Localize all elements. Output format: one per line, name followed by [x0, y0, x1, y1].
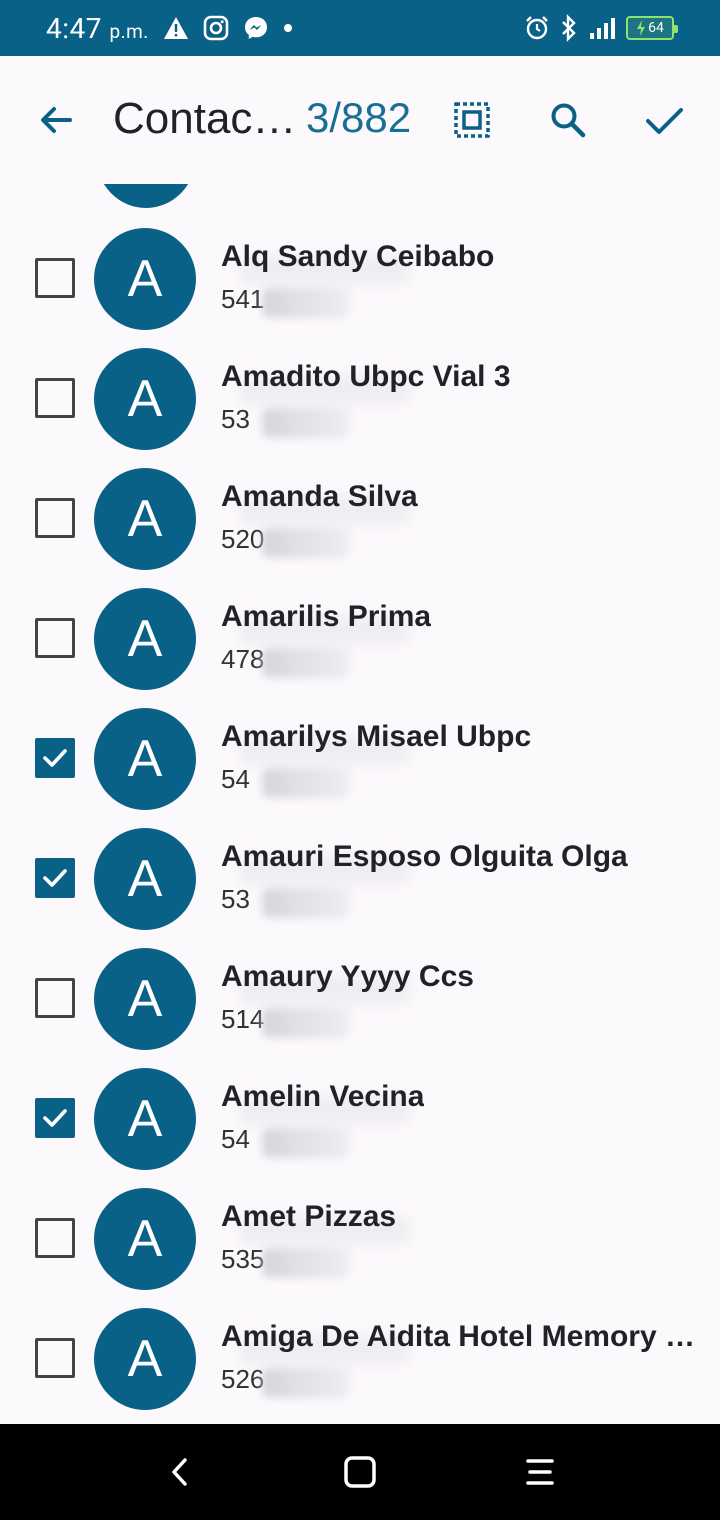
bluetooth-icon: [560, 14, 578, 42]
contact-phone: 54: [221, 1124, 250, 1154]
avatar: A: [94, 708, 196, 810]
contact-phone: 53: [221, 884, 250, 914]
contact-phone: 541: [221, 284, 265, 314]
search-button[interactable]: [546, 98, 590, 142]
avatar: A: [94, 948, 196, 1050]
contact-row[interactable]: A Amauri Esposo Olguita Olga 53: [0, 826, 720, 946]
avatar: [96, 184, 196, 208]
contact-list[interactable]: A Alq Sandy Ceibabo 541 A Amadito Ubpc Vial …: [0, 184, 720, 1424]
checkmark-icon: [43, 749, 67, 767]
selection-count: 3/882: [306, 94, 412, 141]
contact-checkbox[interactable]: [35, 378, 75, 418]
avatar: A: [94, 1188, 196, 1290]
contact-phone: 54: [221, 764, 250, 794]
contact-row[interactable]: A Amarilys Misael Ubpc 54: [0, 706, 720, 826]
alarm-icon: [524, 15, 550, 41]
contact-row[interactable]: A Alq Sandy Ceibabo 541: [0, 226, 720, 346]
contact-row[interactable]: A Amadito Ubpc Vial 3 53: [0, 346, 720, 466]
contact-name: Amaury Yyyy Ccs: [221, 960, 474, 993]
contact-name: Amarilis Prima: [221, 600, 432, 633]
contact-name: Amet Pizzas: [221, 1200, 397, 1233]
avatar: A: [94, 1308, 196, 1410]
phone-redaction-blur: [262, 408, 350, 438]
phone-redaction-blur: [262, 1368, 350, 1398]
contact-name: Amauri Esposo Olguita Olga: [221, 840, 628, 873]
contact-row[interactable]: A Amanda Silva 520: [0, 466, 720, 586]
contact-checkbox[interactable]: [35, 1338, 75, 1378]
charging-icon: [637, 20, 646, 36]
navigation-bar: [0, 1424, 720, 1520]
contact-name: Amelin Vecina: [221, 1080, 425, 1113]
contact-name: Amiga De Aidita Hotel Memory …: [221, 1320, 695, 1353]
contact-phone: 478: [221, 644, 265, 674]
status-time: 4:47 p.m.: [46, 11, 149, 45]
search-icon: [551, 103, 586, 138]
contact-row[interactable]: A Amet Pizzas 535: [0, 1186, 720, 1306]
contact-checkbox[interactable]: [35, 618, 75, 658]
menu-lines-icon: [526, 1459, 554, 1485]
contact-phone: 526: [221, 1364, 265, 1394]
contact-name: Amadito Ubpc Vial 3: [221, 360, 511, 393]
contact-checkbox[interactable]: [35, 1218, 75, 1258]
avatar: A: [94, 348, 196, 450]
page-title: Contac…: [113, 94, 297, 143]
phone-redaction-blur: [262, 888, 350, 918]
contact-row[interactable]: A Amelin Vecina 54: [0, 1066, 720, 1186]
contact-row[interactable]: A Amarilis Prima 478: [0, 586, 720, 706]
contact-checkbox[interactable]: [35, 498, 75, 538]
contact-phone: 53: [221, 404, 250, 434]
arrow-left-icon: [41, 107, 72, 133]
dot-icon: [283, 23, 293, 33]
chevron-left-icon: [172, 1458, 187, 1486]
contact-phone: 535: [221, 1244, 265, 1274]
back-button[interactable]: [34, 98, 78, 142]
nav-recents-button[interactable]: [516, 1448, 564, 1496]
warning-icon: [163, 16, 189, 40]
contact-checkbox[interactable]: [35, 978, 75, 1018]
phone-redaction-blur: [262, 768, 350, 798]
contact-phone: 520: [221, 524, 265, 554]
contact-checkbox[interactable]: [35, 858, 75, 898]
contact-name: Alq Sandy Ceibabo: [221, 240, 495, 273]
phone-redaction-blur: [262, 288, 350, 318]
messenger-icon: [243, 15, 269, 41]
contact-row[interactable]: A Amaury Yyyy Ccs 514: [0, 946, 720, 1066]
avatar: A: [94, 468, 196, 570]
contact-name: Amanda Silva: [221, 480, 418, 513]
phone-redaction-blur: [262, 1008, 350, 1038]
select-all-icon: [454, 102, 490, 138]
battery-indicator: 64: [626, 16, 678, 40]
contact-checkbox[interactable]: [35, 738, 75, 778]
contact-checkbox[interactable]: [35, 258, 75, 298]
contact-name: Amarilys Misael Ubpc: [221, 720, 532, 753]
checkmark-icon: [43, 869, 67, 887]
check-icon: [646, 108, 683, 134]
status-bar: 4:47 p.m. 64: [0, 0, 720, 56]
avatar: A: [94, 228, 196, 330]
instagram-icon: [203, 15, 229, 41]
phone-redaction-blur: [262, 1248, 350, 1278]
app-bar: Contac… 3/882: [0, 56, 720, 184]
select-all-button[interactable]: [450, 98, 494, 142]
phone-redaction-blur: [262, 528, 350, 558]
done-button[interactable]: [642, 98, 686, 142]
battery-level: 64: [648, 20, 664, 36]
contact-checkbox[interactable]: [35, 1098, 75, 1138]
nav-home-button[interactable]: [336, 1448, 384, 1496]
avatar: A: [94, 588, 196, 690]
phone-redaction-blur: [262, 648, 350, 678]
signal-icon: [588, 16, 616, 40]
contact-row[interactable]: A Amiga De Aidita Hotel Memory … 526: [0, 1306, 720, 1424]
checkmark-icon: [43, 1109, 67, 1127]
nav-back-button[interactable]: [156, 1448, 204, 1496]
contact-phone: 514: [221, 1004, 265, 1034]
avatar: A: [94, 1068, 196, 1170]
phone-redaction-blur: [262, 1128, 350, 1158]
avatar: A: [94, 828, 196, 930]
home-square-icon: [344, 1456, 376, 1488]
